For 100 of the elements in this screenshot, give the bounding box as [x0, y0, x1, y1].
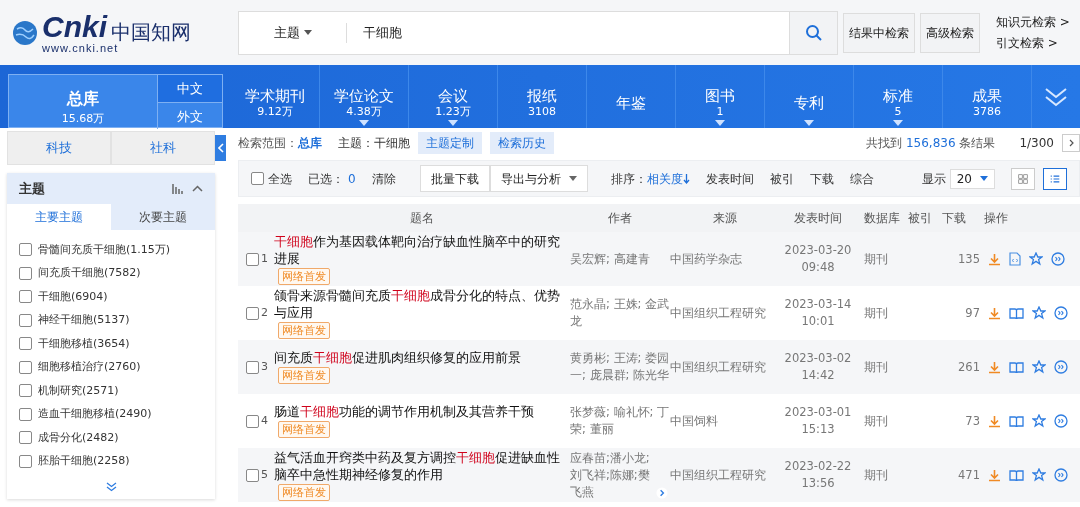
sort-option[interactable]: 被引 [769, 169, 794, 188]
collapse-button[interactable] [215, 135, 226, 161]
book-icon[interactable] [1009, 360, 1024, 374]
database-tab[interactable]: 报纸 3108 [498, 65, 587, 128]
star-icon[interactable] [1032, 468, 1046, 482]
expand-icon[interactable] [1044, 85, 1068, 108]
database-tab[interactable]: 图书 1 [676, 65, 765, 128]
database-tab[interactable]: 年鉴 [587, 65, 676, 128]
topic-filter-label[interactable]: 细胞移植治疗(2760) [38, 359, 141, 376]
checkbox[interactable] [246, 252, 259, 266]
database-tab[interactable]: 标准 5 [854, 65, 943, 128]
publish-date: 2023-03-14 [783, 296, 853, 313]
topic-filter-label[interactable]: 机制研究(2571) [38, 382, 119, 399]
topic-filter-label[interactable]: 干细胞移植(3654) [38, 335, 130, 352]
book-icon[interactable] [1009, 468, 1024, 482]
bar-chart-icon[interactable] [172, 183, 184, 194]
article-title-link[interactable]: 干细胞作为基因载体靶向治疗缺血性脑卒中的研究进展 [274, 232, 562, 267]
scope-button[interactable]: 检索历史 [490, 132, 554, 154]
database-tab[interactable]: 总库 15.68万 中文 外文 [8, 74, 223, 128]
row-number: 3 [261, 358, 268, 375]
book-icon[interactable] [1009, 414, 1024, 428]
download-icon[interactable] [988, 468, 1001, 482]
database-tab[interactable]: 专利 [765, 65, 854, 128]
article-title-link[interactable]: 肠道干细胞功能的调节作用机制及其营养干预 [274, 403, 562, 421]
select-all-label[interactable]: 全选 [268, 169, 292, 188]
clear-link[interactable]: 清除 [371, 169, 396, 188]
download-icon[interactable] [988, 252, 1001, 266]
checkbox[interactable] [246, 414, 259, 428]
topic-filter-label[interactable]: 胚胎干细胞(2258) [38, 453, 130, 470]
caret-icon [568, 176, 577, 181]
topic-filter-label[interactable]: 干细胞(6904) [38, 288, 108, 305]
expand-authors-icon[interactable] [656, 486, 668, 499]
search-link[interactable]: 引文检索 > [996, 35, 1058, 50]
search-button[interactable] [789, 11, 837, 54]
checkbox[interactable] [19, 243, 32, 257]
source-link[interactable]: 中国饲料 [670, 412, 780, 430]
sort-option[interactable]: 相关度 [646, 169, 690, 188]
checkbox[interactable] [19, 454, 32, 468]
checkbox[interactable] [19, 266, 32, 280]
star-icon[interactable] [1032, 360, 1046, 374]
source-link[interactable]: 中国组织工程研究 [670, 358, 780, 376]
category-tab[interactable]: 社科 [111, 131, 215, 165]
language-tab[interactable]: 外文 [157, 102, 222, 129]
checkbox[interactable] [19, 337, 32, 351]
star-icon[interactable] [1029, 252, 1043, 266]
sort-option[interactable]: 发表时间 [705, 169, 754, 188]
book-icon[interactable] [1009, 306, 1024, 320]
show-more-icon[interactable] [105, 481, 117, 492]
document-icon[interactable] [1009, 252, 1021, 266]
view-toggle[interactable] [1043, 167, 1067, 190]
publish-time: 09:48 [800, 259, 836, 276]
article-title-link[interactable]: 颌骨来源骨髓间充质干细胞成骨分化的特点、优势与应用 [274, 286, 562, 321]
category-tab[interactable]: 科技 [7, 131, 111, 165]
database-tab[interactable]: 成果 3786 [943, 65, 1032, 128]
export-dropdown[interactable]: 导出与分析 [489, 165, 588, 192]
article-title-link[interactable]: 益气活血开窍类中药及复方调控干细胞促进缺血性脑卒中急性期神经修复的作用 [274, 448, 562, 483]
search-field[interactable]: 主题 干细胞 [238, 10, 838, 55]
topic-filter-label[interactable]: 间充质干细胞(7582) [38, 265, 141, 282]
checkbox[interactable] [19, 290, 32, 304]
topic-filter-label[interactable]: 神经干细胞(5137) [38, 312, 130, 329]
download-count: 261 [957, 358, 981, 376]
checkbox[interactable] [19, 384, 32, 398]
page-size-select[interactable]: 20 [949, 168, 995, 189]
checkbox[interactable] [19, 360, 32, 374]
search-field-selector[interactable]: 主题 [273, 22, 300, 43]
batch-download-button[interactable]: 批量下载 [419, 165, 490, 192]
collapse-icon[interactable] [192, 185, 203, 192]
checkbox[interactable] [246, 306, 259, 320]
scope-button[interactable]: 主题定制 [418, 132, 482, 154]
sort-option[interactable]: 下载 [809, 169, 834, 188]
database-tab[interactable]: 学位论文 4.38万 [320, 65, 409, 128]
source-link[interactable]: 中国药学杂志 [670, 250, 780, 268]
article-title-link[interactable]: 间充质干细胞促进肌肉组织修复的应用前景 [274, 349, 562, 367]
author-list: 应春苗;潘小龙;刘飞祥;陈娜;樊飞燕 [570, 449, 655, 501]
search-link[interactable]: 知识元检索 > [996, 14, 1070, 29]
topic-filter-label[interactable]: 造血干细胞移植(2490) [38, 406, 152, 423]
download-icon[interactable] [988, 306, 1001, 320]
database-tab[interactable]: 学术期刊 9.12万 [231, 65, 320, 128]
checkbox[interactable] [246, 468, 259, 482]
tab-label: 总库 [65, 88, 100, 110]
language-tab[interactable]: 中文 [157, 75, 222, 102]
checkbox[interactable] [246, 360, 259, 374]
database-tab[interactable]: 会议 1.23万 [409, 65, 498, 128]
star-icon[interactable] [1032, 414, 1046, 428]
checkbox[interactable] [251, 172, 264, 185]
next-page-button[interactable] [1062, 134, 1080, 152]
source-link[interactable]: 中国组织工程研究 [670, 304, 780, 322]
checkbox[interactable] [19, 407, 32, 421]
topic-filter-label[interactable]: 骨髓间充质干细胞(1.15万) [38, 241, 171, 258]
search-option-button[interactable]: 结果中检索 [843, 12, 915, 53]
download-icon[interactable] [988, 360, 1001, 374]
search-option-button[interactable]: 高级检索 [920, 12, 980, 53]
topic-tab[interactable]: 次要主题 [111, 204, 215, 230]
source-link[interactable]: 中国组织工程研究 [670, 466, 780, 484]
checkbox[interactable] [19, 313, 32, 327]
download-icon[interactable] [988, 414, 1001, 428]
checkbox[interactable] [19, 431, 32, 445]
star-icon[interactable] [1032, 306, 1046, 320]
topic-filter-label[interactable]: 成骨分化(2482) [38, 429, 119, 446]
sort-option[interactable]: 综合 [849, 169, 874, 188]
